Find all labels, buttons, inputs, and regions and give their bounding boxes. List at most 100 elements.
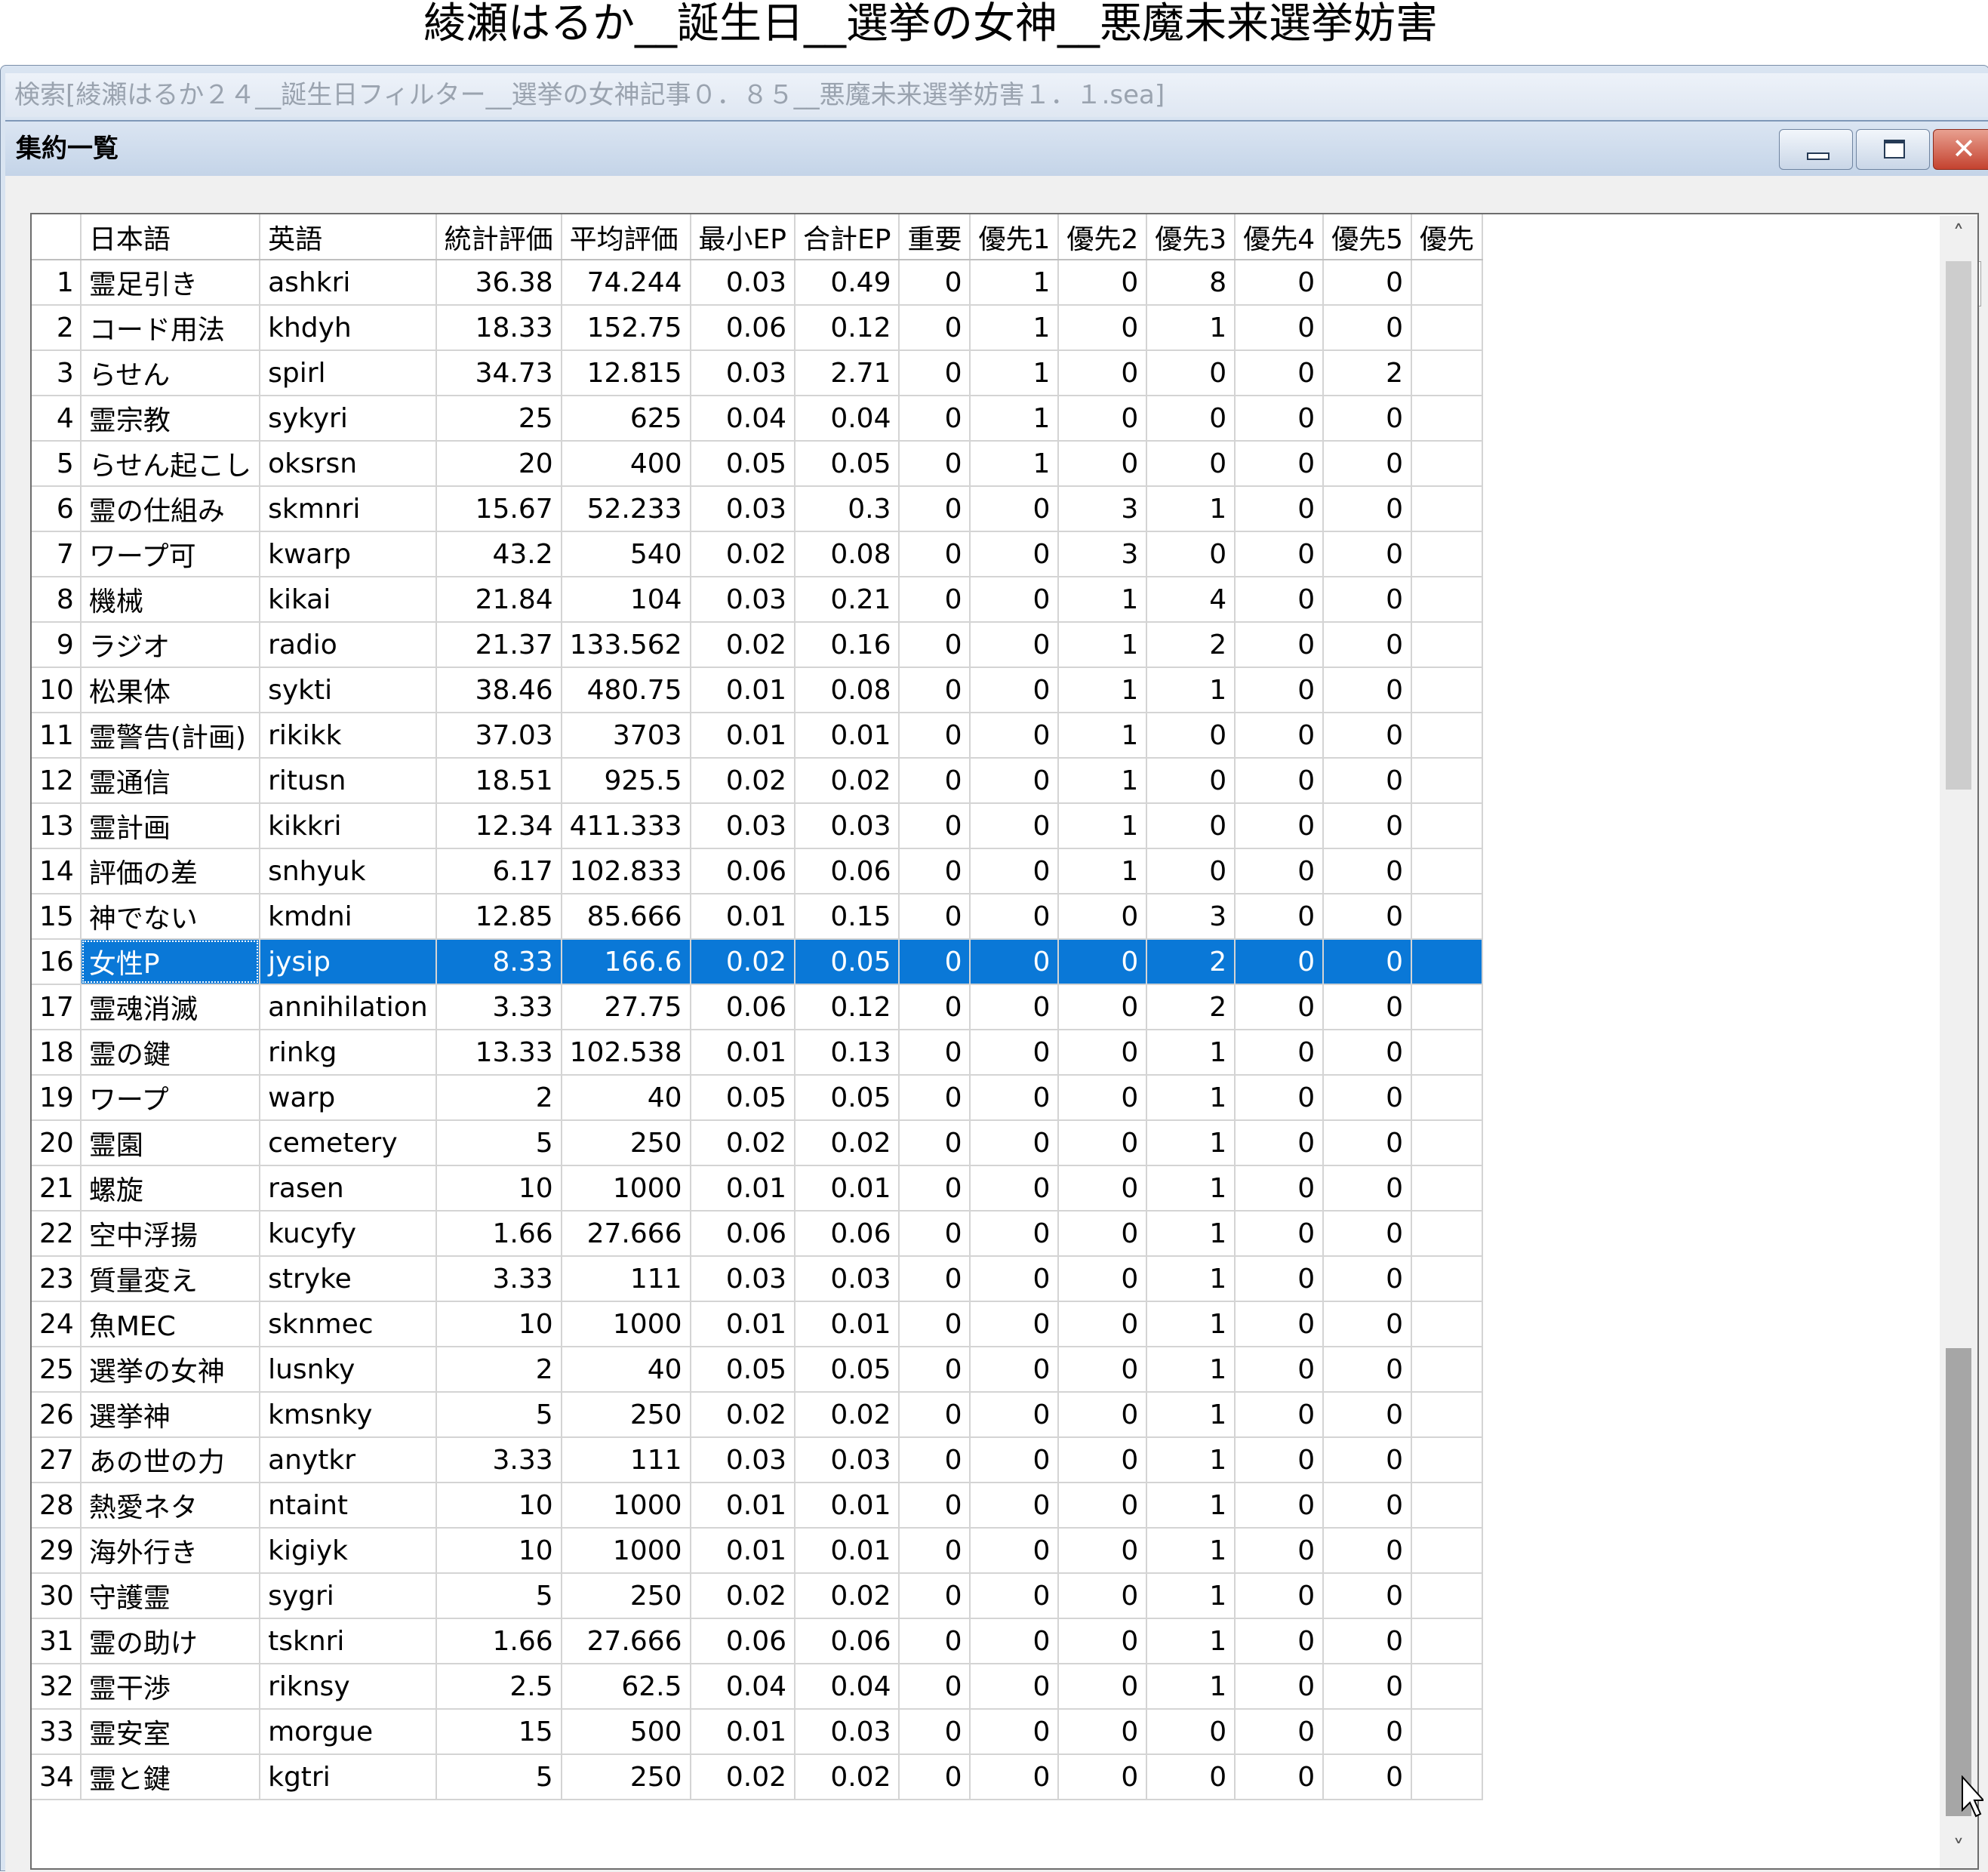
value-cell[interactable]: 0.06: [795, 848, 900, 894]
value-cell[interactable]: 0.01: [690, 1709, 796, 1755]
value-cell[interactable]: 0: [899, 848, 971, 894]
value-cell[interactable]: 0: [899, 1437, 971, 1483]
english-cell[interactable]: warp: [260, 1075, 437, 1121]
value-cell[interactable]: 0: [970, 1120, 1060, 1166]
value-cell[interactable]: 8: [1146, 260, 1236, 306]
table-row[interactable]: 34 霊と鍵 kgtri 5 250 0.02 0.02 0 0 0 0 0 0: [32, 1754, 1484, 1800]
value-cell[interactable]: 0: [970, 1754, 1060, 1800]
table-row[interactable]: 7 ワープ可 kwarp 43.2 540 0.02 0.08 0 0 3 0 0 0: [32, 531, 1484, 577]
value-cell[interactable]: 85.666: [561, 894, 691, 940]
japanese-cell[interactable]: ワープ: [80, 1075, 261, 1121]
value-cell[interactable]: [1411, 1301, 1484, 1347]
table-row[interactable]: 28 熱愛ネタ ntaint 10 1000 0.01 0.01 0 0 0 1 0 0: [32, 1483, 1484, 1529]
value-cell[interactable]: 0: [899, 1392, 971, 1438]
value-cell[interactable]: 0: [1058, 939, 1148, 985]
value-cell[interactable]: 0.12: [795, 984, 900, 1030]
value-cell[interactable]: 20: [435, 441, 562, 487]
value-cell[interactable]: 0: [1235, 531, 1325, 577]
value-cell[interactable]: 0: [899, 305, 971, 351]
value-cell[interactable]: 0: [970, 1483, 1060, 1529]
value-cell[interactable]: 40: [561, 1347, 691, 1393]
value-cell[interactable]: 0: [1323, 577, 1413, 623]
value-cell[interactable]: 0: [1058, 1618, 1148, 1664]
minimize-button[interactable]: [1779, 129, 1853, 170]
table-row[interactable]: 21 螺旋 rasen 10 1000 0.01 0.01 0 0 0 1 0 0: [32, 1165, 1484, 1212]
value-cell[interactable]: 0: [1146, 758, 1236, 804]
japanese-cell[interactable]: 霊の仕組み: [80, 486, 261, 532]
value-cell[interactable]: 0: [970, 848, 1060, 894]
value-cell[interactable]: 1: [1058, 713, 1148, 759]
scrollbar-thumb[interactable]: [1946, 1348, 1971, 1816]
value-cell[interactable]: 0.02: [690, 1392, 796, 1438]
value-cell[interactable]: 0: [1323, 441, 1413, 487]
value-cell[interactable]: 0: [1323, 305, 1413, 351]
value-cell[interactable]: 1: [970, 441, 1060, 487]
value-cell[interactable]: 18.51: [435, 758, 562, 804]
row-number-cell[interactable]: 6: [32, 486, 82, 532]
column-header[interactable]: 優先1: [970, 214, 1060, 260]
row-number-cell[interactable]: 17: [32, 984, 82, 1030]
value-cell[interactable]: 0: [1058, 1437, 1148, 1483]
japanese-cell[interactable]: 松果体: [80, 667, 261, 713]
table-row[interactable]: 33 霊安室 morgue 15 500 0.01 0.03 0 0 0 0 0 0: [32, 1709, 1484, 1755]
row-number-cell[interactable]: 22: [32, 1211, 82, 1257]
value-cell[interactable]: [1411, 1754, 1484, 1800]
english-cell[interactable]: sygri: [260, 1573, 437, 1619]
japanese-cell[interactable]: 熱愛ネタ: [80, 1483, 261, 1529]
value-cell[interactable]: 0: [1058, 305, 1148, 351]
value-cell[interactable]: 0.01: [690, 667, 796, 713]
value-cell[interactable]: 0: [1235, 1301, 1325, 1347]
value-cell[interactable]: 0: [1058, 441, 1148, 487]
table-row[interactable]: 1 霊足引き ashkri 36.38 74.244 0.03 0.49 0 1 0 8 0 0: [32, 260, 1484, 306]
japanese-cell[interactable]: 霊安室: [80, 1709, 261, 1755]
row-number-cell[interactable]: 7: [32, 531, 82, 577]
value-cell[interactable]: 27.666: [561, 1618, 691, 1664]
value-cell[interactable]: 0: [1235, 622, 1325, 668]
value-cell[interactable]: 0.02: [690, 1120, 796, 1166]
value-cell[interactable]: 18.33: [435, 305, 562, 351]
value-cell[interactable]: 0: [1323, 1256, 1413, 1302]
value-cell[interactable]: 102.538: [561, 1030, 691, 1076]
value-cell[interactable]: 0: [1235, 984, 1325, 1030]
value-cell[interactable]: 0.03: [690, 1437, 796, 1483]
value-cell[interactable]: [1411, 1664, 1484, 1710]
value-cell[interactable]: 0.01: [795, 1528, 900, 1574]
value-cell[interactable]: 0: [970, 939, 1060, 985]
value-cell[interactable]: 0: [1323, 1573, 1413, 1619]
table-row[interactable]: 9 ラジオ radio 21.37 133.562 0.02 0.16 0 0 1 2 0 0: [32, 622, 1484, 668]
value-cell[interactable]: 0: [899, 713, 971, 759]
english-cell[interactable]: radio: [260, 622, 437, 668]
value-cell[interactable]: 0: [970, 894, 1060, 940]
value-cell[interactable]: 8.33: [435, 939, 562, 985]
value-cell[interactable]: 0: [1058, 894, 1148, 940]
english-cell[interactable]: khdyh: [260, 305, 437, 351]
value-cell[interactable]: 0: [970, 1664, 1060, 1710]
value-cell[interactable]: 0: [1235, 305, 1325, 351]
value-cell[interactable]: 0.03: [690, 803, 796, 849]
value-cell[interactable]: 0: [970, 984, 1060, 1030]
value-cell[interactable]: 0.02: [795, 1754, 900, 1800]
value-cell[interactable]: 0: [1323, 396, 1413, 442]
column-header[interactable]: 英語: [260, 214, 437, 260]
value-cell[interactable]: 0: [899, 1483, 971, 1529]
value-cell[interactable]: 0.01: [795, 1165, 900, 1212]
value-cell[interactable]: 0: [899, 1709, 971, 1755]
value-cell[interactable]: 0: [1235, 441, 1325, 487]
value-cell[interactable]: 0: [1323, 1754, 1413, 1800]
value-cell[interactable]: 2: [1146, 984, 1236, 1030]
value-cell[interactable]: [1411, 803, 1484, 849]
value-cell[interactable]: 0: [1323, 1030, 1413, 1076]
value-cell[interactable]: 1: [1146, 1347, 1236, 1393]
value-cell[interactable]: 1: [970, 260, 1060, 306]
table-row[interactable]: 13 霊計画 kikkri 12.34 411.333 0.03 0.03 0 0 1 0 0 0: [32, 803, 1484, 849]
value-cell[interactable]: 0: [1235, 713, 1325, 759]
value-cell[interactable]: 0: [1323, 260, 1413, 306]
value-cell[interactable]: 0.02: [690, 622, 796, 668]
table-row[interactable]: 3 らせん spirl 34.73 12.815 0.03 2.71 0 1 0 0 0 2: [32, 350, 1484, 396]
value-cell[interactable]: 40: [561, 1075, 691, 1121]
value-cell[interactable]: 0.21: [795, 577, 900, 623]
english-cell[interactable]: ashkri: [260, 260, 437, 306]
english-cell[interactable]: kwarp: [260, 531, 437, 577]
value-cell[interactable]: 152.75: [561, 305, 691, 351]
summary-grid[interactable]: 日本語 英語 統計評価 平均評価 最小EP 合計EP 重要 優先1 優先2 優先3 優先4 優先5 優先…: [30, 213, 1979, 1870]
